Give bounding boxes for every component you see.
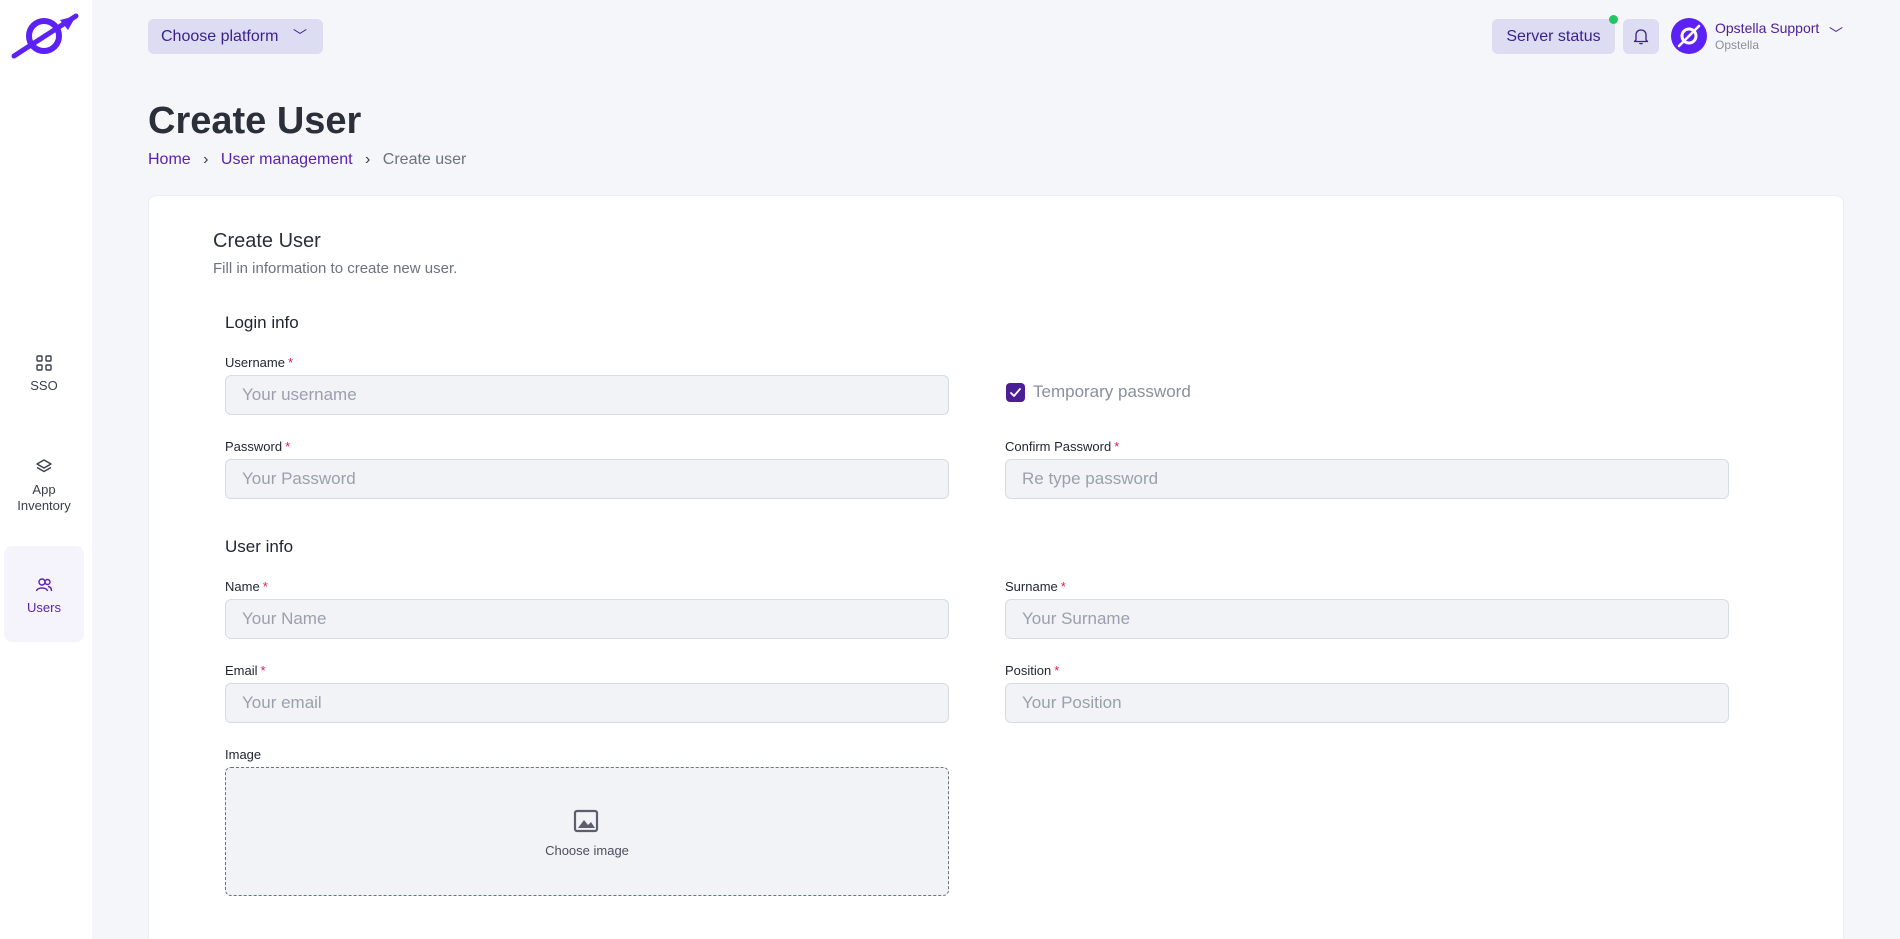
card-subtitle: Fill in information to create new user. xyxy=(213,260,458,277)
check-icon xyxy=(1010,388,1021,397)
image-icon xyxy=(573,809,599,833)
username-input[interactable] xyxy=(225,375,949,415)
surname-input[interactable] xyxy=(1005,599,1729,639)
breadcrumb-home[interactable]: Home xyxy=(148,151,191,168)
opstella-logo-icon xyxy=(1677,24,1701,48)
user-name[interactable]: Opstella Support xyxy=(1715,20,1819,36)
opstella-logo[interactable] xyxy=(10,12,80,60)
sidebar-item-app-inventory[interactable]: App Inventory xyxy=(4,454,84,516)
page-title: Create User xyxy=(148,100,362,142)
surname-label: Surname * xyxy=(1005,579,1066,594)
confirm-password-input[interactable] xyxy=(1005,459,1729,499)
server-status-button[interactable]: Server status xyxy=(1492,19,1615,54)
email-label: Email * xyxy=(225,663,266,678)
chevron-right-icon: › xyxy=(203,151,209,168)
section-title-login-info: Login info xyxy=(225,313,299,332)
breadcrumb-current: Create user xyxy=(382,151,467,168)
chevron-right-icon: › xyxy=(365,151,371,168)
chevron-down-icon: ﹀ xyxy=(293,28,307,44)
temporary-password-label[interactable]: Temporary password xyxy=(1033,382,1191,402)
grid-icon xyxy=(36,355,52,371)
password-label: Password * xyxy=(225,439,291,454)
create-user-card: Create User Fill in information to creat… xyxy=(148,195,1844,939)
users-icon xyxy=(35,578,53,592)
image-dropzone[interactable]: Choose image xyxy=(225,767,949,896)
bell-icon xyxy=(1633,29,1649,45)
position-input[interactable] xyxy=(1005,683,1729,723)
sidebar-item-label: Users xyxy=(27,600,61,615)
sidebar-item-label: App xyxy=(32,482,56,497)
temporary-password-checkbox[interactable] xyxy=(1006,383,1025,402)
card-title: Create User xyxy=(213,230,321,252)
sidebar-item-label-line2: Inventory xyxy=(17,498,71,513)
choose-image-label: Choose image xyxy=(545,843,629,858)
section-title-user-info: User info xyxy=(225,537,294,556)
sidebar: SSO App Inventory Users xyxy=(0,0,92,939)
platform-label: Choose platform xyxy=(161,28,279,45)
choose-platform-dropdown[interactable]: Choose platform ﹀ xyxy=(148,19,323,54)
username-label: Username * xyxy=(225,355,294,370)
email-input[interactable] xyxy=(225,683,949,723)
name-input[interactable] xyxy=(225,599,949,639)
sidebar-item-sso[interactable]: SSO xyxy=(4,350,84,400)
confirm-password-label: Confirm Password * xyxy=(1005,439,1120,454)
image-label: Image xyxy=(225,747,262,762)
sidebar-item-users[interactable]: Users xyxy=(4,546,84,642)
position-label: Position * xyxy=(1005,663,1060,678)
chevron-down-icon[interactable]: ﹀ xyxy=(1829,24,1843,44)
notifications-button[interactable] xyxy=(1623,19,1659,54)
breadcrumb: Home › User management › Create user xyxy=(148,151,466,169)
name-label: Name * xyxy=(225,579,268,594)
layers-icon xyxy=(36,459,52,473)
online-status-dot xyxy=(1609,15,1618,24)
avatar[interactable] xyxy=(1671,18,1707,54)
sidebar-item-label: SSO xyxy=(30,378,58,393)
server-status-label: Server status xyxy=(1506,28,1601,45)
password-input[interactable] xyxy=(225,459,949,499)
user-org: Opstella xyxy=(1715,38,1760,52)
breadcrumb-user-management[interactable]: User management xyxy=(221,151,353,168)
